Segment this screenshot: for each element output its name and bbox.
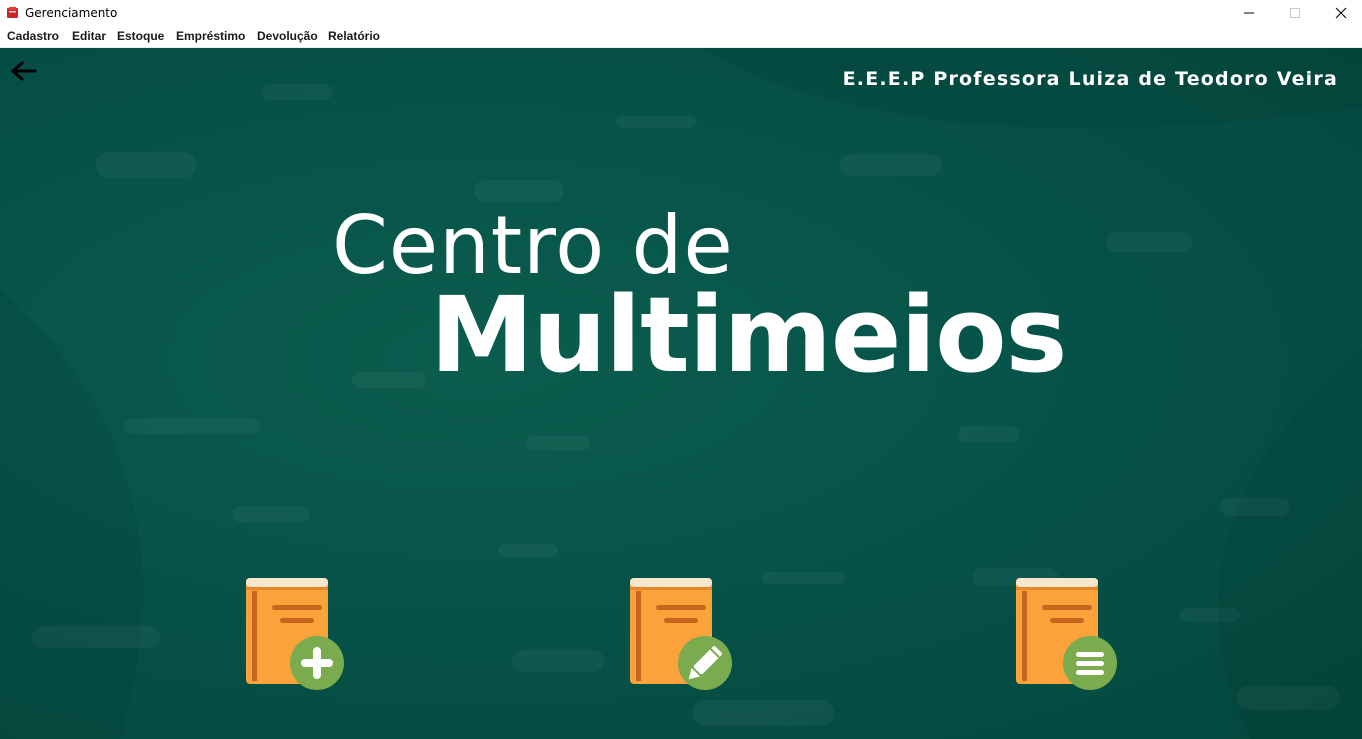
close-icon	[1335, 7, 1347, 19]
school-name: E.E.E.P Professora Luiza de Teodoro Veir…	[842, 68, 1338, 90]
back-arrow-icon[interactable]	[10, 60, 38, 82]
window-title: Gerenciamento	[25, 6, 118, 20]
app-icon	[7, 7, 18, 18]
minimize-icon	[1244, 12, 1254, 14]
menu-editar[interactable]: Editar	[72, 29, 106, 43]
close-button[interactable]	[1318, 0, 1362, 26]
maximize-button[interactable]	[1272, 0, 1318, 26]
minimize-button[interactable]	[1226, 0, 1272, 26]
menu-bar: Cadastro Editar Estoque Empréstimo Devol…	[0, 26, 1362, 48]
menu-emprestimo[interactable]: Empréstimo	[176, 29, 245, 43]
book-add-icon	[246, 578, 344, 690]
menu-relatorio[interactable]: Relatório	[328, 29, 380, 43]
maximize-icon	[1290, 8, 1300, 18]
menu-cadastro[interactable]: Cadastro	[7, 29, 59, 43]
title-bar: Gerenciamento	[0, 0, 1362, 26]
hero-title-line2: Multimeios	[430, 274, 1067, 396]
menu-estoque[interactable]: Estoque	[117, 29, 164, 43]
edit-book-button[interactable]	[628, 576, 732, 690]
add-book-button[interactable]	[244, 576, 348, 690]
book-list-icon	[1016, 578, 1117, 690]
menu-devolucao[interactable]: Devolução	[257, 29, 318, 43]
list-books-button[interactable]	[1014, 576, 1118, 690]
book-edit-icon	[630, 578, 732, 690]
main-panel: E.E.E.P Professora Luiza de Teodoro Veir…	[0, 48, 1362, 739]
